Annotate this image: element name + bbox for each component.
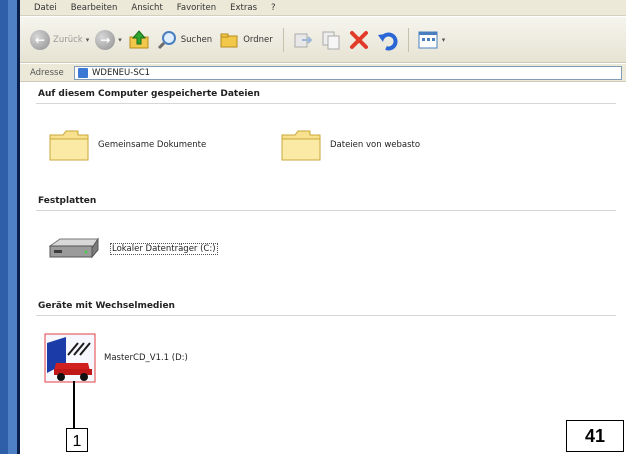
item-label: Lokaler Datenträger (C:) [110, 243, 218, 255]
folders-label: Ordner [243, 34, 273, 45]
item-mastercd-d[interactable]: MasterCD_V1.1 (D:) [44, 333, 188, 383]
folders-icon [220, 33, 238, 47]
delete-icon [349, 30, 368, 49]
back-button[interactable]: ← Zurück ▾ [30, 26, 89, 54]
menu-help[interactable]: ? [271, 3, 276, 13]
menu-bearbeiten[interactable]: Bearbeiten [71, 3, 118, 13]
item-label: MasterCD_V1.1 (D:) [104, 353, 188, 363]
back-label: Zurück [53, 34, 83, 45]
move-to-icon [294, 33, 313, 47]
menu-bar: Datei Bearbeiten Ansicht Favoriten Extra… [20, 0, 626, 16]
menu-ansicht[interactable]: Ansicht [131, 3, 162, 13]
up-button[interactable] [128, 26, 150, 54]
views-icon [418, 31, 438, 48]
forward-arrow-icon: → [95, 29, 116, 50]
left-sidebar-strip [0, 0, 17, 454]
callout-leader-line [73, 381, 75, 429]
folder-icon [49, 130, 89, 161]
address-bar: Adresse WDENEU-SC1 [20, 64, 626, 82]
delete-button[interactable] [348, 26, 370, 54]
copy-to-icon [322, 31, 340, 49]
item-dateien-von-webasto[interactable]: Dateien von webasto [280, 127, 420, 163]
forward-button[interactable]: → ▾ [95, 26, 122, 54]
undo-button[interactable] [376, 26, 398, 54]
group-header-removable: Geräte mit Wechselmedien [38, 301, 175, 311]
hard-drive-icon [48, 237, 99, 259]
group-header-computer: Auf diesem Computer gespeicherte Dateien [38, 89, 260, 99]
menu-extras[interactable]: Extras [230, 3, 257, 13]
address-label: Adresse [30, 67, 64, 78]
group-divider [36, 210, 616, 211]
group-divider [36, 103, 616, 104]
item-gemeinsame-dokumente[interactable]: Gemeinsame Dokumente [48, 127, 206, 163]
folders-button[interactable]: Ordner [218, 26, 273, 54]
chevron-down-icon[interactable]: ▾ [118, 36, 122, 44]
cd-drive-icon [44, 333, 96, 383]
chevron-down-icon[interactable]: ▾ [86, 36, 90, 44]
address-value: WDENEU-SC1 [92, 67, 151, 78]
file-list: Auf diesem Computer gespeicherte Dateien… [20, 83, 626, 454]
search-icon [157, 30, 176, 49]
item-label: Dateien von webasto [330, 140, 421, 150]
search-label: Suchen [180, 34, 213, 45]
undo-icon [377, 31, 398, 50]
address-field[interactable]: WDENEU-SC1 [74, 65, 622, 80]
group-divider [36, 315, 616, 316]
group-header-drives: Festplatten [38, 196, 97, 206]
computer-icon [78, 67, 88, 78]
explorer-window: Datei Bearbeiten Ansicht Favoriten Extra… [20, 0, 626, 454]
menu-datei[interactable]: Datei [34, 3, 57, 13]
page-number: 41 [566, 420, 624, 452]
toolbar-separator [282, 27, 284, 52]
move-to-button[interactable] [292, 26, 314, 54]
callout-number: 1 [66, 428, 88, 452]
menu-favoriten[interactable]: Favoriten [177, 3, 216, 13]
item-local-disk-c[interactable]: Lokaler Datenträger (C:) [46, 236, 218, 262]
search-button[interactable]: Suchen [156, 26, 212, 54]
chevron-down-icon[interactable]: ▾ [442, 36, 446, 44]
folder-up-icon [129, 29, 149, 48]
folder-icon [281, 130, 321, 161]
toolbar-separator [407, 27, 409, 52]
views-button[interactable]: ▾ [417, 26, 446, 54]
toolbar: ← Zurück ▾ → ▾ Suchen Ordner ▾ [20, 17, 626, 63]
copy-to-button[interactable] [320, 26, 342, 54]
item-label: Gemeinsame Dokumente [98, 140, 207, 150]
back-arrow-icon: ← [30, 29, 50, 50]
